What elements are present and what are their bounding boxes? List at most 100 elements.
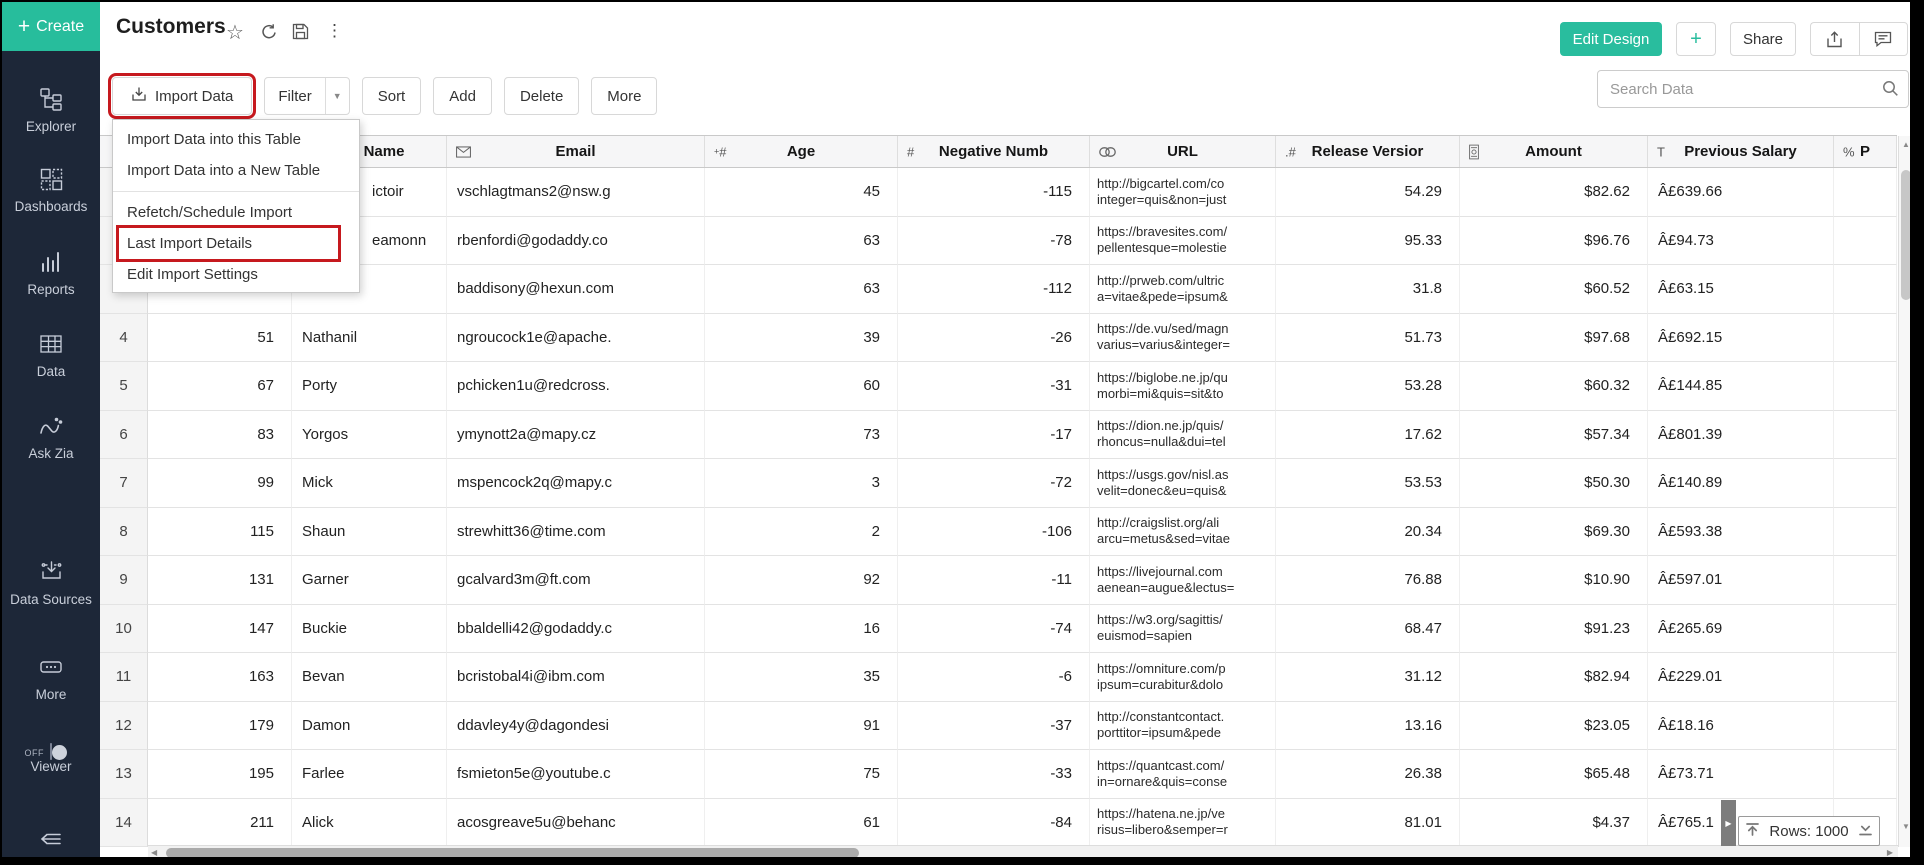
cell-salary[interactable]: Â£801.39 xyxy=(1648,411,1834,460)
cell-negative[interactable]: -78 xyxy=(898,217,1090,266)
cell-id[interactable]: 83 xyxy=(148,411,292,460)
export-icon[interactable] xyxy=(1810,22,1859,56)
horizontal-scroll-thumb[interactable] xyxy=(166,848,859,857)
sort-button[interactable]: Sort xyxy=(362,77,422,115)
sidebar-item-more[interactable]: More xyxy=(2,654,100,703)
share-button[interactable]: Share xyxy=(1730,22,1796,56)
cell-email[interactable]: bcristobal4i@ibm.com xyxy=(447,653,705,702)
filter-button[interactable]: Filter ▼ xyxy=(264,77,349,115)
cell-age[interactable]: 61 xyxy=(705,799,898,848)
table-row[interactable]: 2eamonnrbenfordi@godaddy.co63-78https://… xyxy=(100,217,1897,266)
cell-p[interactable] xyxy=(1834,508,1897,557)
scroll-down-icon[interactable]: ▼ xyxy=(1899,822,1910,831)
chevron-down-icon[interactable]: ▼ xyxy=(325,78,349,114)
cell-release[interactable]: 76.88 xyxy=(1276,556,1460,605)
cell-salary[interactable]: Â£144.85 xyxy=(1648,362,1834,411)
table-row[interactable]: 9131Garnergcalvard3m@ft.com92-11https://… xyxy=(100,556,1897,605)
table-row[interactable]: 567Portypchicken1u@redcross.60-31https:/… xyxy=(100,362,1897,411)
cell-age[interactable]: 35 xyxy=(705,653,898,702)
sidebar-item-data[interactable]: Data xyxy=(2,331,100,380)
cell-p[interactable] xyxy=(1834,750,1897,799)
cell-negative[interactable]: -31 xyxy=(898,362,1090,411)
sidebar-item-reports[interactable]: Reports xyxy=(2,249,100,298)
cell-num[interactable]: 12 xyxy=(100,702,148,751)
cell-p[interactable] xyxy=(1834,265,1897,314)
cell-amount[interactable]: $65.48 xyxy=(1460,750,1648,799)
cell-amount[interactable]: $82.62 xyxy=(1460,168,1648,217)
create-button[interactable]: + Create xyxy=(2,2,100,51)
scroll-up-icon[interactable]: ▲ xyxy=(1899,140,1910,149)
scroll-left-icon[interactable]: ◀ xyxy=(151,848,157,857)
cell-email[interactable]: ymynott2a@mapy.cz xyxy=(447,411,705,460)
cell-id[interactable]: 99 xyxy=(148,459,292,508)
table-row[interactable]: 11163Bevanbcristobal4i@ibm.com35-6https:… xyxy=(100,653,1897,702)
table-row[interactable]: 8115Shaunstrewhitt36@time.com2-106http:/… xyxy=(100,508,1897,557)
cell-name[interactable]: Porty xyxy=(292,362,447,411)
cell-negative[interactable]: -11 xyxy=(898,556,1090,605)
add-new-button[interactable]: + xyxy=(1676,22,1716,56)
table-row[interactable]: 12179Damonddavley4y@dagondesi91-37http:/… xyxy=(100,702,1897,751)
search-icon[interactable] xyxy=(1882,80,1899,102)
cell-name[interactable]: Farlee xyxy=(292,750,447,799)
cell-name[interactable]: Nathanil xyxy=(292,314,447,363)
menu-item-refetch-schedule-import[interactable]: Refetch/Schedule Import xyxy=(113,197,359,228)
cell-email[interactable]: ngroucock1e@apache. xyxy=(447,314,705,363)
more-options-icon[interactable]: ⋮ xyxy=(326,21,343,41)
cell-release[interactable]: 26.38 xyxy=(1276,750,1460,799)
cell-p[interactable] xyxy=(1834,605,1897,654)
cell-amount[interactable]: $4.37 xyxy=(1460,799,1648,848)
cell-salary[interactable]: Â£94.73 xyxy=(1648,217,1834,266)
cell-name[interactable]: Yorgos xyxy=(292,411,447,460)
save-icon[interactable] xyxy=(292,23,309,45)
cell-num[interactable]: 6 xyxy=(100,411,148,460)
cell-id[interactable]: 179 xyxy=(148,702,292,751)
cell-email[interactable]: pchicken1u@redcross. xyxy=(447,362,705,411)
cell-amount[interactable]: $60.32 xyxy=(1460,362,1648,411)
cell-salary[interactable]: Â£593.38 xyxy=(1648,508,1834,557)
cell-url[interactable]: http://bigcartel.com/cointeger=quis&non=… xyxy=(1090,168,1276,217)
cell-name[interactable]: Bevan xyxy=(292,653,447,702)
favorite-star-icon[interactable]: ☆ xyxy=(226,20,244,45)
cell-amount[interactable]: $50.30 xyxy=(1460,459,1648,508)
cell-salary[interactable]: Â£597.01 xyxy=(1648,556,1834,605)
cell-salary[interactable]: Â£73.71 xyxy=(1648,750,1834,799)
cell-name[interactable]: Damon xyxy=(292,702,447,751)
cell-url[interactable]: https://hatena.ne.jp/verisus=libero&semp… xyxy=(1090,799,1276,848)
delete-button[interactable]: Delete xyxy=(504,77,579,115)
cell-email[interactable]: mspencock2q@mapy.c xyxy=(447,459,705,508)
scroll-to-top-icon[interactable] xyxy=(1745,822,1760,840)
more-button[interactable]: More xyxy=(591,77,657,115)
cell-p[interactable] xyxy=(1834,702,1897,751)
cell-id[interactable]: 147 xyxy=(148,605,292,654)
cell-amount[interactable]: $57.34 xyxy=(1460,411,1648,460)
cell-salary[interactable]: Â£63.15 xyxy=(1648,265,1834,314)
cell-amount[interactable]: $96.76 xyxy=(1460,217,1648,266)
cell-age[interactable]: 75 xyxy=(705,750,898,799)
cell-url[interactable]: https://bravesites.com/pellentesque=mole… xyxy=(1090,217,1276,266)
cell-p[interactable] xyxy=(1834,217,1897,266)
cell-url[interactable]: http://constantcontact.porttitor=ipsum&p… xyxy=(1090,702,1276,751)
cell-amount[interactable]: $69.30 xyxy=(1460,508,1648,557)
cell-salary[interactable]: Â£692.15 xyxy=(1648,314,1834,363)
cell-negative[interactable]: -84 xyxy=(898,799,1090,848)
cell-name[interactable]: Buckie xyxy=(292,605,447,654)
cell-age[interactable]: 63 xyxy=(705,217,898,266)
cell-id[interactable]: 211 xyxy=(148,799,292,848)
cell-age[interactable]: 91 xyxy=(705,702,898,751)
column-header-url[interactable]: URL xyxy=(1090,136,1276,167)
cell-url[interactable]: https://biglobe.ne.jp/qumorbi=mi&quis=si… xyxy=(1090,362,1276,411)
column-header-previous-salary[interactable]: TPrevious Salary xyxy=(1648,136,1834,167)
cell-email[interactable]: gcalvard3m@ft.com xyxy=(447,556,705,605)
cell-num[interactable]: 11 xyxy=(100,653,148,702)
cell-release[interactable]: 31.12 xyxy=(1276,653,1460,702)
cell-email[interactable]: ddavley4y@dagondesi xyxy=(447,702,705,751)
cell-email[interactable]: baddisony@hexun.com xyxy=(447,265,705,314)
table-row[interactable]: 683Yorgosymynott2a@mapy.cz73-17https://d… xyxy=(100,411,1897,460)
sidebar-item-data-sources[interactable]: Data Sources xyxy=(2,558,100,608)
cell-id[interactable]: 163 xyxy=(148,653,292,702)
table-row[interactable]: 799Mickmspencock2q@mapy.c3-72https://usg… xyxy=(100,459,1897,508)
cell-num[interactable]: 5 xyxy=(100,362,148,411)
cell-id[interactable]: 51 xyxy=(148,314,292,363)
cell-amount[interactable]: $10.90 xyxy=(1460,556,1648,605)
table-row[interactable]: 14211Alickacosgreave5u@behanc61-84https:… xyxy=(100,799,1897,848)
